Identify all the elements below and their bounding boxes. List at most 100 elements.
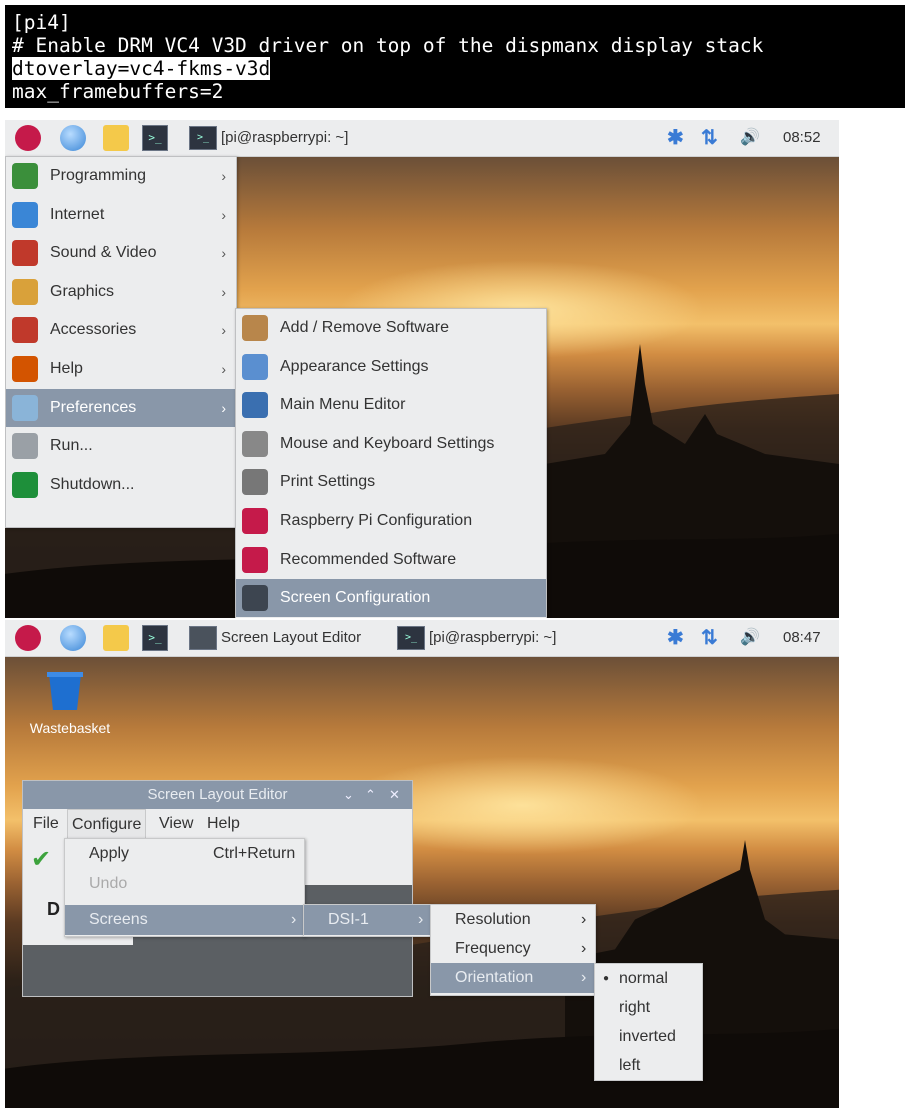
run-icon — [12, 433, 38, 460]
menu-view[interactable]: View — [155, 809, 197, 839]
raspberry-pi-menu-icon[interactable] — [15, 625, 41, 651]
chevron-right-icon: › — [221, 283, 226, 300]
chevron-right-icon: › — [221, 361, 226, 377]
menu-item-internet[interactable]: Internet › — [6, 196, 236, 234]
menu-item-run[interactable]: Run... — [6, 427, 236, 465]
terminal-icon[interactable]: >_ — [142, 125, 168, 151]
programming-icon — [12, 163, 38, 189]
menu-item-main-menu-editor[interactable]: Main Menu Editor — [236, 386, 546, 424]
raspberry-pi-menu-icon[interactable] — [15, 125, 41, 151]
printer-icon — [242, 469, 268, 496]
menu-item-dsi-1[interactable]: DSI-1 › — [304, 905, 431, 935]
screenshot-screen-layout-editor: >_ Screen Layout Editor >_ [pi@raspberryp… — [5, 620, 839, 1108]
file-manager-icon[interactable] — [103, 125, 129, 151]
menu-item-label: Accessories — [50, 321, 137, 339]
menu-help[interactable]: Help — [203, 809, 244, 839]
chevron-right-icon: › — [581, 940, 587, 957]
menu-item-frequency[interactable]: Frequency › — [431, 934, 595, 964]
clock: 08:47 — [783, 629, 821, 646]
menu-item-label: Print Settings — [280, 473, 376, 491]
menu-item-appearance-settings[interactable]: Appearance Settings — [236, 348, 546, 386]
taskbar-task-terminal[interactable]: >_ [pi@raspberrypi: ~] — [189, 124, 348, 152]
menu-item-programming[interactable]: Programming › — [6, 157, 236, 195]
main-menu: Programming › Internet › Sound & Video › Graph… — [5, 156, 237, 528]
network-icon[interactable]: ⇅ — [701, 120, 718, 156]
menu-item-screens[interactable]: Screens › — [65, 905, 304, 935]
browser-icon[interactable] — [60, 125, 86, 151]
bluetooth-icon[interactable]: ✱ — [667, 120, 684, 156]
menu-item-label: Main Menu Editor — [280, 396, 406, 414]
menu-item-add-remove-software[interactable]: Add / Remove Software — [236, 309, 546, 347]
minimize-icon[interactable]: ⌄ — [343, 781, 354, 809]
screen-block-label: D — [47, 899, 60, 919]
maximize-icon[interactable]: ⌃ — [365, 781, 376, 809]
dsi-submenu: Resolution › Frequency › Orientation › — [430, 904, 596, 996]
menu-item-recommended-software[interactable]: Recommended Software — [236, 541, 546, 579]
wastebasket-icon[interactable] — [45, 670, 85, 712]
file-manager-icon[interactable] — [103, 625, 129, 651]
menu-item-raspberry-pi-configuration[interactable]: Raspberry Pi Configuration — [236, 502, 546, 540]
menu-item-label: Sound & Video — [50, 244, 157, 262]
taskbar: >_ Screen Layout Editor >_ [pi@raspberryp… — [5, 620, 839, 657]
chevron-right-icon: › — [221, 322, 226, 339]
browser-icon[interactable] — [60, 625, 86, 651]
close-icon[interactable]: ✕ — [389, 781, 400, 809]
menu-item-label: Undo — [89, 875, 128, 892]
radio-selected-icon: ● — [603, 973, 610, 984]
menu-item-label: Frequency — [455, 940, 531, 957]
network-icon[interactable]: ⇅ — [701, 620, 718, 656]
terminal-snippet: [pi4] # Enable DRM VC4 V3D driver on top … — [5, 5, 905, 108]
volume-icon[interactable]: 🔊 — [740, 620, 760, 656]
menu-item-mouse-and-keyboard-settings[interactable]: Mouse and Keyboard Settings — [236, 425, 546, 463]
menu-item-help[interactable]: Help › — [6, 350, 236, 388]
menu-item-label: Add / Remove Software — [280, 319, 449, 336]
menu-configure[interactable]: Configure — [67, 809, 147, 839]
add-remove-software-icon — [242, 315, 268, 341]
menu-item-graphics[interactable]: Graphics › — [6, 273, 236, 311]
menu-item-preferences[interactable]: Preferences › — [6, 388, 236, 427]
preferences-icon — [12, 394, 38, 421]
chevron-right-icon: › — [221, 245, 226, 262]
chevron-right-icon: › — [291, 911, 297, 928]
menu-item-right[interactable]: right — [595, 993, 702, 1023]
menu-file[interactable]: File — [29, 809, 63, 839]
menu-item-shutdown[interactable]: Shutdown... — [6, 466, 236, 504]
menu-item-undo[interactable]: Undo — [65, 869, 304, 899]
menu-item-label: normal — [619, 970, 668, 987]
menubar: File Configure View Help — [23, 809, 412, 839]
bluetooth-icon[interactable]: ✱ — [667, 620, 684, 656]
apply-check-icon[interactable]: ✔ — [31, 847, 57, 873]
menu-item-sound-video[interactable]: Sound & Video › — [6, 234, 236, 272]
menu-item-label: Raspberry Pi Configuration — [280, 512, 473, 529]
menu-item-print-settings[interactable]: Print Settings — [236, 463, 546, 501]
menu-item-label: Help — [50, 360, 83, 377]
terminal-line: [pi4] — [12, 11, 71, 34]
monitor-icon — [242, 585, 268, 612]
menu-item-label: Apply — [89, 845, 130, 862]
menu-item-label: Recommended Software — [280, 550, 457, 568]
volume-icon[interactable]: 🔊 — [740, 120, 760, 156]
chevron-right-icon: › — [581, 969, 587, 986]
terminal-icon[interactable]: >_ — [142, 625, 168, 651]
accessories-icon — [12, 317, 38, 344]
menu-item-label: Mouse and Keyboard Settings — [280, 434, 495, 452]
menu-item-label: Screen Configuration — [280, 589, 431, 607]
menu-item-orientation[interactable]: Orientation › — [431, 963, 595, 993]
help-icon — [12, 356, 38, 382]
menu-item-apply[interactable]: Apply Ctrl+Return — [65, 839, 304, 869]
menu-item-normal[interactable]: ● normal — [595, 964, 702, 994]
main-menu-editor-icon — [242, 392, 268, 419]
taskbar-task-screen-layout-editor[interactable]: Screen Layout Editor — [189, 624, 361, 652]
menu-item-left[interactable]: left — [595, 1051, 702, 1081]
menu-item-resolution[interactable]: Resolution › — [431, 905, 595, 935]
menu-item-accessories[interactable]: Accessories › — [6, 311, 236, 349]
menu-item-screen-configuration[interactable]: Screen Configuration — [236, 579, 546, 618]
appearance-settings-icon — [242, 353, 268, 380]
menu-item-label: left — [619, 1057, 641, 1074]
taskbar-task-terminal[interactable]: >_ [pi@raspberrypi: ~] — [397, 624, 556, 652]
menu-item-inverted[interactable]: inverted — [595, 1022, 702, 1052]
menu-item-shortcut: Ctrl+Return — [213, 845, 296, 862]
graphics-icon — [12, 278, 38, 305]
wastebasket-label: Wastebasket — [29, 720, 111, 736]
chevron-right-icon: › — [221, 399, 226, 416]
